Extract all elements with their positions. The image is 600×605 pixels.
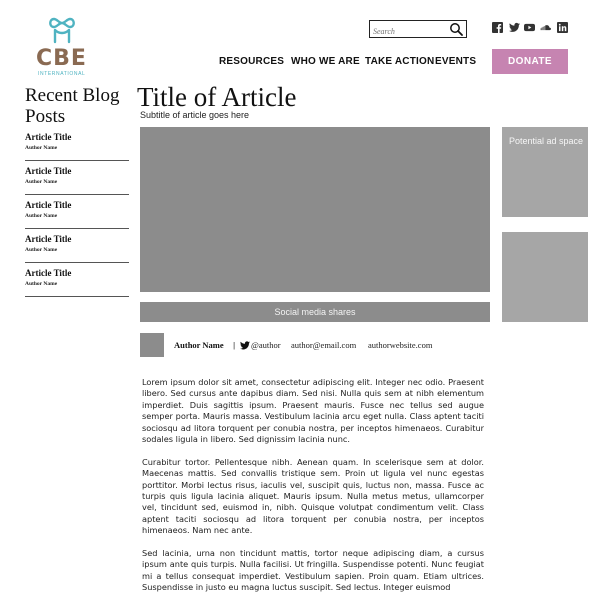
nav-events[interactable]: EVENTS xyxy=(435,56,476,67)
recent-post-title[interactable]: Article Title xyxy=(25,234,129,244)
search-box[interactable] xyxy=(369,20,467,39)
logo-subtext: INTERNATIONAL xyxy=(38,71,86,77)
twitter-icon[interactable] xyxy=(509,22,520,33)
recent-post-author: Author Name xyxy=(25,281,58,287)
search-icon[interactable] xyxy=(449,22,463,36)
donate-button[interactable]: DONATE xyxy=(492,49,568,74)
youtube-icon[interactable] xyxy=(524,22,535,33)
article-body: Lorem ipsum dolor sit amet, consectetur … xyxy=(142,377,484,605)
sidebar-title: Recent Blog Posts xyxy=(25,85,120,127)
recent-post-item[interactable]: Article Title Author Name xyxy=(25,196,129,229)
article-title: Title of Article xyxy=(137,82,297,112)
recent-post-item[interactable]: Article Title Author Name xyxy=(25,230,129,263)
facebook-icon[interactable] xyxy=(492,22,503,33)
article-subtitle: Subtitle of article goes here xyxy=(140,110,250,120)
recent-post-item[interactable]: Article Title Author Name xyxy=(25,162,129,195)
logo-mark-icon xyxy=(49,17,75,44)
nav-resources[interactable]: RESOURCES xyxy=(219,56,284,67)
recent-post-author: Author Name xyxy=(25,179,58,185)
twitter-icon xyxy=(240,341,250,350)
recent-post-item[interactable]: Article Title Author Name xyxy=(25,264,129,297)
article-paragraph: Sed lacinia, urna non tincidunt mattis, … xyxy=(142,548,484,593)
author-twitter-handle[interactable]: @author xyxy=(251,340,281,350)
recent-post-author: Author Name xyxy=(25,247,58,253)
ad-space-2[interactable] xyxy=(502,232,588,322)
recent-post-item[interactable]: Article Title Author Name xyxy=(25,128,129,161)
nav-who-we-are[interactable]: WHO WE ARE xyxy=(291,56,360,67)
recent-post-title[interactable]: Article Title xyxy=(25,166,129,176)
ad-space-1[interactable]: Potential ad space xyxy=(502,127,588,217)
hero-image-placeholder xyxy=(140,127,490,292)
recent-post-title[interactable]: Article Title xyxy=(25,268,129,278)
soundcloud-icon[interactable] xyxy=(540,22,551,33)
recent-post-author: Author Name xyxy=(25,145,58,151)
nav-take-action[interactable]: TAKE ACTION xyxy=(365,56,434,67)
article-paragraph: Lorem ipsum dolor sit amet, consectetur … xyxy=(142,377,484,445)
cbe-logo[interactable]: CBE INTERNATIONAL xyxy=(34,14,94,80)
search-input[interactable] xyxy=(373,24,447,39)
social-shares-bar[interactable]: Social media shares xyxy=(140,302,490,322)
logo-text: CBE xyxy=(36,46,87,71)
author-website[interactable]: authorwebsite.com xyxy=(368,340,432,350)
author-divider: | xyxy=(233,340,236,350)
linkedin-icon[interactable] xyxy=(557,22,568,33)
recent-posts-list: Article Title Author Name Article Title … xyxy=(25,128,129,298)
author-avatar xyxy=(140,333,164,357)
recent-post-title[interactable]: Article Title xyxy=(25,200,129,210)
author-name[interactable]: Author Name xyxy=(174,340,224,350)
article-paragraph: Curabitur tortor. Pellentesque nibh. Aen… xyxy=(142,456,484,536)
recent-post-title[interactable]: Article Title xyxy=(25,132,129,142)
author-email[interactable]: author@email.com xyxy=(291,340,356,350)
recent-post-author: Author Name xyxy=(25,213,58,219)
